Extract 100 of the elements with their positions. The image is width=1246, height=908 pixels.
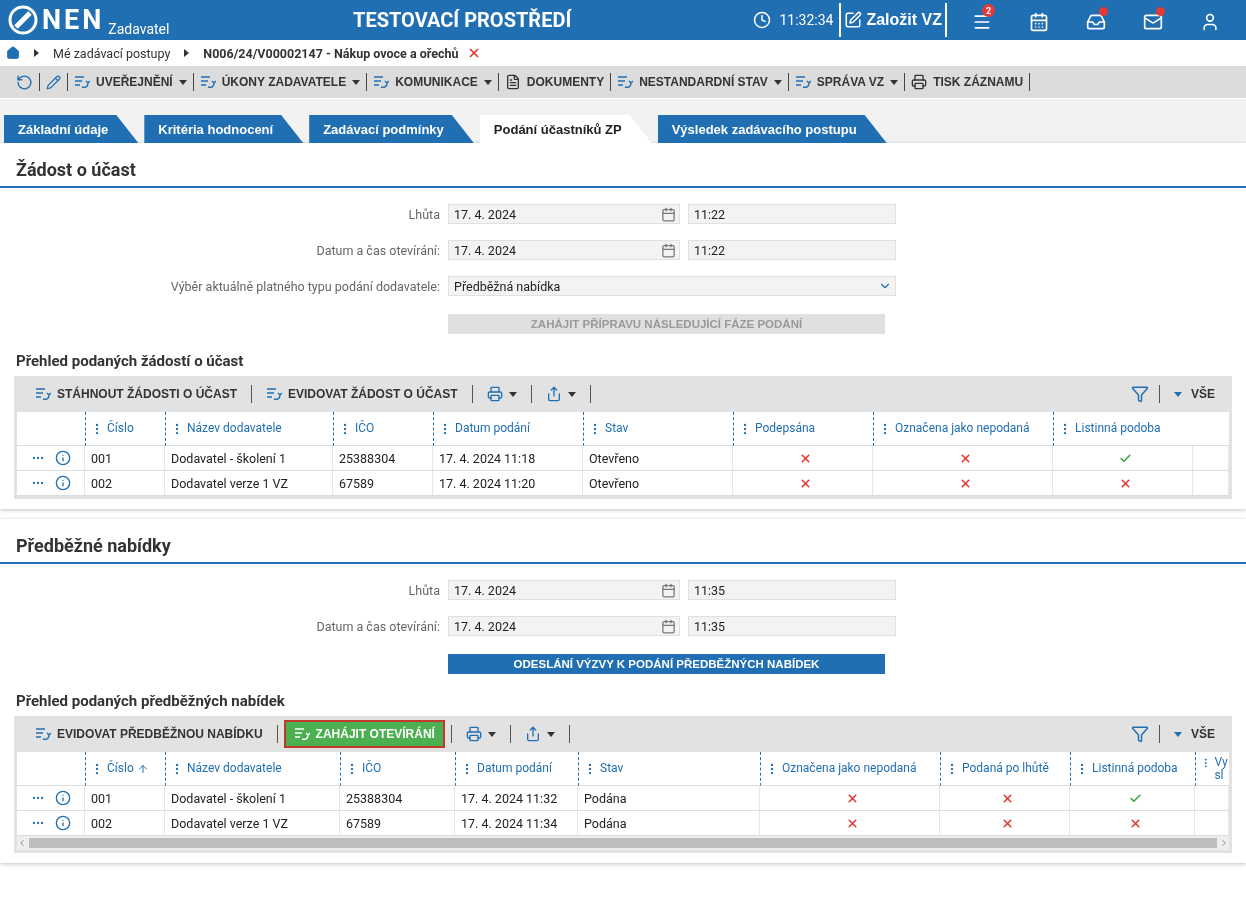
column-header[interactable]: Listinná podoba — [1070, 752, 1195, 786]
mail-icon — [1142, 12, 1163, 32]
printer-icon — [911, 74, 928, 90]
column-header[interactable]: Datum podání — [455, 752, 578, 786]
tab[interactable]: Základní údaje — [4, 115, 139, 143]
horizontal-scrollbar[interactable] — [17, 836, 1229, 850]
toolbar-menu-button[interactable]: UVEŘEJNĚNÍ — [68, 73, 194, 91]
table-cell: 002 — [85, 471, 165, 496]
list-icon — [35, 387, 51, 401]
toolbar-menu-button[interactable]: NESTANDARDNÍ STAV — [611, 73, 789, 91]
table-cell: Podána — [578, 786, 760, 811]
toolbar-menu-button[interactable]: DOKUMENTY — [498, 73, 612, 91]
column-header[interactable]: Název dodavatele — [165, 752, 340, 786]
caret-icon — [567, 391, 576, 397]
table-cell: 67589 — [333, 471, 433, 496]
time-field[interactable]: 11:35 — [688, 580, 896, 600]
edit-icon — [844, 11, 863, 29]
column-header[interactable]: Stav — [578, 752, 760, 786]
tab[interactable]: Zadávací podmínky — [309, 115, 474, 143]
caret-right-icon — [184, 49, 190, 57]
clock-time: 11:32:34 — [779, 12, 834, 28]
breadcrumb-link[interactable]: N006/24/V00002147 - Nákup ovoce a ořechů — [203, 45, 459, 61]
table-cell: 25388304 — [340, 786, 455, 811]
column-header[interactable]: IČO — [340, 752, 455, 786]
date-field[interactable]: 17. 4. 2024 — [448, 204, 680, 224]
inbox-icon — [1085, 12, 1106, 32]
column-header[interactable]: Označena jako nepodaná — [760, 752, 940, 786]
time-field[interactable]: 11:35 — [688, 616, 896, 636]
breadcrumb-link[interactable]: Mé zadávací postupy — [53, 45, 171, 61]
calendar-icon — [661, 582, 676, 598]
list-icon — [266, 387, 282, 401]
table-cell: Otevřeno — [583, 471, 733, 496]
toolbar-menu-button[interactable]: SPRÁVA VZ — [788, 73, 906, 91]
list-icon — [617, 75, 634, 89]
table-cell: 25388304 — [333, 446, 433, 471]
toolbar-button[interactable]: EVIDOVAT ŽÁDOST O ÚČAST — [258, 387, 466, 401]
tab[interactable]: Podání účastníků ZP — [479, 115, 652, 143]
filter-icon[interactable] — [1130, 725, 1149, 743]
info-icon[interactable] — [55, 475, 71, 491]
field-label: Datum a čas otevírání: — [315, 242, 440, 258]
select-field[interactable]: Předběžná nabídka — [448, 276, 896, 296]
caret-icon — [890, 79, 899, 85]
tab[interactable]: Výsledek zadávacího postupu — [657, 115, 887, 143]
toolbar-menu-button[interactable]: TISK ZÁZNAMU — [905, 73, 1031, 91]
column-header[interactable]: Podepsána — [733, 412, 873, 446]
logo-icon — [8, 5, 38, 35]
environment-title: TESTOVACÍ PROSTŘEDÍ — [352, 8, 573, 32]
table-title: Přehled podaných žádostí o účast — [16, 352, 245, 370]
time-field[interactable]: 11:22 — [688, 204, 896, 224]
tab[interactable]: Kritéria hodnocení — [144, 115, 304, 143]
field-label: Výběr aktuálně platného typu podání dodavatele: — [169, 278, 440, 294]
filter-dropdown[interactable]: VŠE — [1165, 387, 1223, 401]
date-field[interactable]: 17. 4. 2024 — [448, 240, 680, 260]
info-icon[interactable] — [55, 815, 71, 831]
caret-icon — [352, 79, 361, 85]
action-button[interactable]: ODESLÁNÍ VÝZVY K PODÁNÍ PŘEDBĚŽNÝCH NABÍDEK — [448, 654, 885, 674]
info-icon[interactable] — [55, 450, 71, 466]
table-cell: Otevřeno — [583, 446, 733, 471]
column-header[interactable]: Podaná po lhůtě — [940, 752, 1070, 786]
caret-icon — [773, 79, 782, 85]
create-button[interactable]: Založit VZ — [839, 3, 947, 37]
section-title: Předběžné nabídky — [0, 519, 1246, 564]
share-icon — [524, 726, 541, 742]
column-header[interactable]: Číslo — [85, 752, 165, 786]
table-cell: 001 — [85, 786, 165, 811]
list-icon — [373, 75, 390, 89]
list-icon — [199, 75, 216, 89]
info-icon[interactable] — [55, 790, 71, 806]
column-header[interactable]: Vy sl — [1195, 752, 1229, 786]
table-cell: 17. 4. 2024 11:20 — [433, 471, 583, 496]
column-header[interactable]: IČO — [333, 412, 433, 446]
caret-icon — [546, 731, 555, 737]
filter-dropdown[interactable]: VŠE — [1165, 727, 1223, 741]
notification-badge: 2 — [982, 4, 995, 17]
table-cell: 17. 4. 2024 11:18 — [433, 446, 583, 471]
toolbar-button[interactable]: STÁHNOUT ŽÁDOSTI O ÚČAST — [27, 387, 245, 401]
filter-icon[interactable] — [1130, 385, 1149, 403]
list-icon — [35, 727, 51, 741]
caret-icon — [178, 79, 187, 85]
toolbar-button[interactable]: EVIDOVAT PŘEDBĚŽNOU NABÍDKU — [27, 727, 271, 741]
home-icon[interactable] — [6, 46, 20, 60]
toolbar-menu-button[interactable]: ÚKONY ZADAVATELE — [193, 73, 368, 91]
column-header[interactable]: Označena jako nepodaná — [873, 412, 1053, 446]
caret-icon — [483, 79, 492, 85]
table-cell: Dodavatel - školení 1 — [165, 446, 333, 471]
date-field[interactable]: 17. 4. 2024 — [448, 616, 680, 636]
list-icon — [794, 75, 811, 89]
table-cell: 17. 4. 2024 11:32 — [455, 786, 578, 811]
column-header[interactable]: Listinná podoba — [1053, 412, 1193, 446]
column-header[interactable]: Číslo — [85, 412, 165, 446]
caret-icon — [508, 391, 517, 397]
column-header[interactable]: Název dodavatele — [165, 412, 333, 446]
toolbar-menu-button[interactable]: KOMUNIKACE — [367, 73, 499, 91]
time-field[interactable]: 11:22 — [688, 240, 896, 260]
field-label: Lhůta — [407, 206, 440, 222]
date-field[interactable]: 17. 4. 2024 — [448, 580, 680, 600]
menu-button[interactable]: 2 — [953, 4, 1010, 36]
column-header[interactable]: Stav — [583, 412, 733, 446]
table-cell: Dodavatel - školení 1 — [165, 786, 340, 811]
column-header[interactable]: Datum podání — [433, 412, 583, 446]
